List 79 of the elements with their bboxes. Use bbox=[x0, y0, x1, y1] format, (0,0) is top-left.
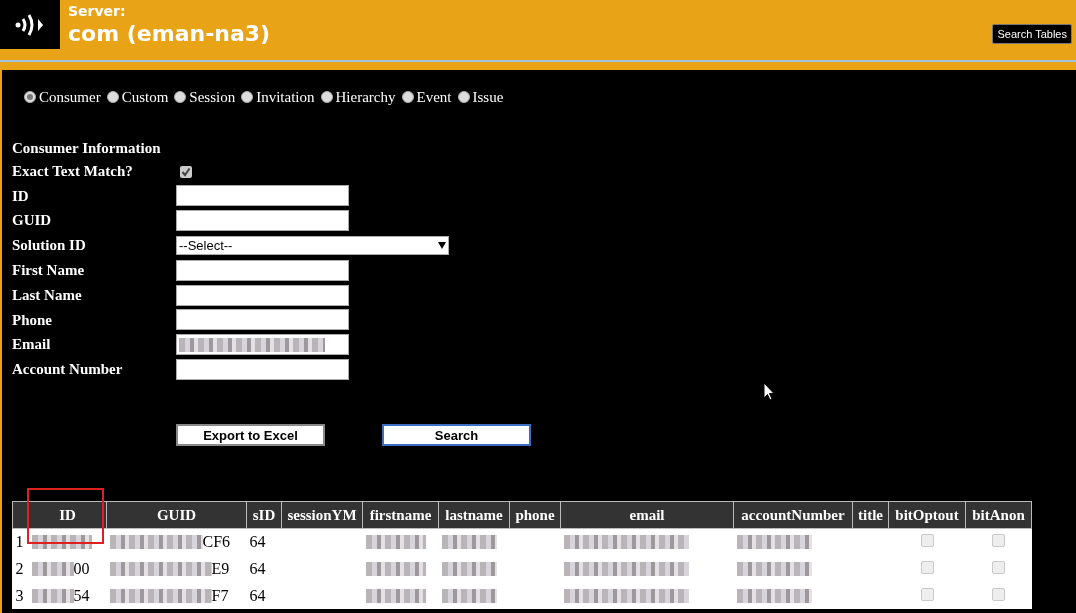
checkbox[interactable] bbox=[992, 534, 1005, 548]
column-header: accountNumber bbox=[741, 506, 845, 523]
server-name: com (eman-na3) bbox=[68, 20, 271, 48]
radio-button[interactable] bbox=[320, 91, 333, 104]
input-field[interactable] bbox=[176, 358, 349, 380]
radio-button[interactable] bbox=[106, 91, 119, 104]
form-button[interactable]: Export to Excel bbox=[176, 423, 325, 446]
radio-label: Hierarchy bbox=[335, 88, 396, 107]
search-tables-button[interactable]: Search Tables bbox=[992, 24, 1072, 44]
radio-label: Invitation bbox=[256, 88, 315, 107]
row-number: 3 bbox=[15, 586, 24, 604]
redacted-text bbox=[365, 535, 426, 550]
column-header: title bbox=[858, 506, 883, 523]
radio-button[interactable] bbox=[24, 91, 36, 104]
field-label: Solution ID bbox=[12, 236, 87, 256]
column-header: GUID bbox=[156, 506, 197, 523]
radio-label: Custom bbox=[121, 88, 169, 107]
input-field[interactable] bbox=[176, 334, 349, 356]
field-label: Exact Text Match? bbox=[12, 162, 134, 182]
table-cell: 64 bbox=[249, 559, 266, 577]
redacted-text bbox=[441, 535, 497, 550]
table-cell-text: 00 bbox=[73, 558, 90, 579]
logo-icon bbox=[0, 0, 60, 49]
table-cell: 64 bbox=[249, 586, 266, 604]
row-number: 1 bbox=[15, 533, 24, 551]
redacted-text bbox=[365, 588, 426, 603]
column-header: sessionYM bbox=[287, 506, 357, 523]
table-cell-text: CF6 bbox=[202, 532, 231, 553]
input-field[interactable] bbox=[176, 259, 349, 281]
checkbox[interactable] bbox=[920, 587, 934, 601]
checkbox[interactable] bbox=[920, 560, 934, 574]
field-label: ID bbox=[12, 186, 30, 206]
redacted-text bbox=[31, 588, 74, 603]
checkbox[interactable] bbox=[920, 534, 934, 548]
radio-button[interactable] bbox=[241, 91, 254, 104]
field-label: GUID bbox=[12, 211, 53, 231]
field-label: Last Name bbox=[12, 285, 83, 305]
section-title: Consumer Information bbox=[12, 138, 162, 158]
checkbox[interactable] bbox=[180, 165, 192, 178]
mouse-cursor-icon bbox=[763, 382, 775, 401]
redacted-text bbox=[365, 561, 426, 576]
column-header: firstname bbox=[369, 506, 432, 523]
table-cell-text: 54 bbox=[73, 585, 90, 606]
table-cell-text: F7 bbox=[211, 585, 229, 606]
radio-label: Session bbox=[189, 88, 236, 107]
column-header: bitAnon bbox=[972, 506, 1025, 523]
input-field[interactable] bbox=[176, 284, 349, 306]
radio-button[interactable] bbox=[457, 91, 470, 104]
table-cell: 64 bbox=[249, 533, 266, 551]
column-header: ID bbox=[59, 506, 76, 523]
radio-label: Consumer bbox=[39, 88, 101, 107]
radio-label: Issue bbox=[472, 88, 504, 107]
field-label: First Name bbox=[12, 261, 86, 281]
radio-button[interactable] bbox=[401, 91, 414, 104]
row-number: 2 bbox=[15, 559, 24, 577]
field-label: Account Number bbox=[12, 360, 124, 380]
field-label: Phone bbox=[12, 310, 53, 330]
redacted-text bbox=[441, 588, 497, 603]
form-button[interactable]: Search bbox=[382, 423, 531, 446]
checkbox[interactable] bbox=[992, 560, 1005, 574]
input-field[interactable] bbox=[176, 185, 349, 207]
radio-label: Event bbox=[416, 88, 452, 107]
field-label: Email bbox=[12, 335, 52, 355]
checkmark-icon bbox=[181, 167, 191, 178]
column-header: email bbox=[629, 506, 665, 523]
radio-button[interactable] bbox=[174, 91, 187, 104]
column-header: bitOptout bbox=[895, 506, 959, 523]
column-header: phone bbox=[515, 506, 555, 523]
solution-id-select[interactable]: --Select-- bbox=[176, 236, 449, 255]
redacted-text bbox=[441, 561, 497, 576]
column-header: lastname bbox=[445, 506, 503, 523]
server-label: Server: bbox=[68, 2, 127, 20]
input-field[interactable] bbox=[176, 309, 349, 331]
table-cell-text: E9 bbox=[211, 558, 230, 579]
input-field[interactable] bbox=[176, 210, 349, 232]
column-header: sID bbox=[252, 506, 276, 523]
checkbox[interactable] bbox=[992, 587, 1005, 601]
redacted-text bbox=[31, 561, 74, 576]
dropdown-arrow-icon bbox=[438, 242, 446, 249]
